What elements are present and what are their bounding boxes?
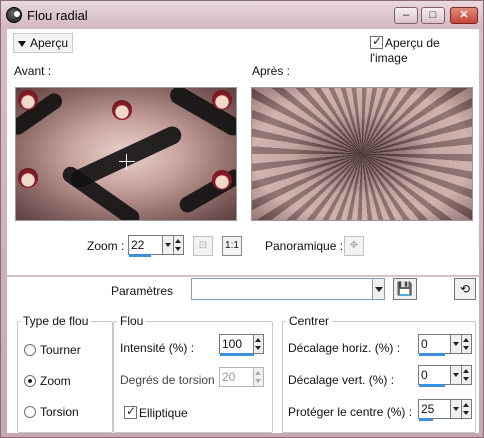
vert-offset-value: 0: [421, 368, 428, 382]
radio-torsion-label: Torsion: [40, 404, 79, 419]
move-icon: ✥: [349, 240, 359, 251]
radio-tourner[interactable]: Tourner: [24, 342, 81, 357]
flou-title: Flou: [117, 314, 147, 328]
save-preset-button[interactable]: 💾: [393, 278, 417, 300]
figure-shape: [212, 170, 232, 190]
title-bar[interactable]: Flou radial – □ ✕: [1, 1, 483, 29]
checkbox-icon: [124, 404, 137, 420]
torsion-degrees-spinner[interactable]: 20: [219, 367, 264, 387]
radio-zoom[interactable]: Zoom: [24, 373, 71, 388]
after-label: Après :: [252, 64, 291, 78]
spin-arrows-icon[interactable]: [253, 335, 263, 353]
section-divider: [7, 275, 479, 277]
radio-tourner-label: Tourner: [40, 342, 81, 357]
dialog-body: Aperçu Aperçu de l'image Avant : Après :…: [7, 29, 479, 433]
spin-arrows-icon[interactable]: [461, 335, 471, 353]
spin-arrows-icon[interactable]: [253, 368, 263, 386]
dropdown-icon[interactable]: [450, 335, 460, 353]
zoom-value: 22: [131, 238, 145, 252]
zoom-dropdown-icon[interactable]: [162, 236, 172, 254]
window-title: Flou radial: [27, 8, 88, 23]
elliptic-checkbox[interactable]: Elliptique: [124, 404, 188, 420]
radio-zoom-label: Zoom: [40, 373, 71, 388]
after-preview: [251, 87, 473, 221]
dropdown-icon[interactable]: [450, 400, 460, 418]
zoom-spinner[interactable]: 22: [128, 235, 184, 257]
zoom-fit-button[interactable]: ⊡: [193, 236, 213, 256]
image-preview-checkbox[interactable]: Aperçu de l'image: [370, 34, 479, 65]
spin-arrows-icon[interactable]: [461, 400, 471, 418]
intensity-label: Intensité (%) :: [120, 341, 195, 355]
protect-center-spinner[interactable]: 25: [418, 399, 472, 421]
horiz-offset-spinner[interactable]: 0: [418, 334, 472, 356]
elliptic-label: Elliptique: [139, 405, 188, 420]
horiz-offset-label: Décalage horiz. (%) :: [288, 341, 401, 355]
radio-torsion[interactable]: Torsion: [24, 404, 79, 419]
maximize-button[interactable]: □: [421, 7, 445, 24]
before-preview[interactable]: [15, 87, 237, 221]
protect-center-slider-bar[interactable]: [419, 418, 433, 421]
zoom-actual-size-button[interactable]: 1:1: [222, 236, 242, 256]
reset-button[interactable]: ⟲: [454, 278, 476, 300]
figure-shape: [18, 168, 38, 188]
triangle-down-icon: [18, 40, 26, 47]
actual-size-icon: 1:1: [225, 240, 239, 251]
intensity-value: 100: [222, 337, 243, 351]
protect-center-label: Protéger le centre (%) :: [288, 405, 413, 419]
close-button[interactable]: ✕: [450, 7, 478, 24]
spin-arrows-icon[interactable]: [461, 366, 471, 384]
torsion-value: 20: [222, 370, 236, 384]
presets-combo[interactable]: [191, 278, 385, 300]
radial-blur-dialog: Flou radial – □ ✕ Aperçu Aperçu de l'ima…: [0, 0, 484, 438]
figure-shape: [18, 90, 38, 110]
center-crosshair-icon[interactable]: [119, 154, 135, 170]
floppy-disk-icon: 💾: [396, 281, 414, 296]
figure-shape: [112, 100, 132, 120]
figure-shape: [212, 90, 232, 110]
zoom-spin-arrows-icon[interactable]: [173, 236, 183, 254]
fit-icon: ⊡: [198, 240, 208, 251]
radio-icon: [24, 405, 36, 418]
minimize-button[interactable]: –: [394, 7, 418, 24]
vert-offset-spinner[interactable]: 0: [418, 365, 472, 387]
preview-toggle-button[interactable]: Aperçu: [13, 33, 73, 53]
pan-label: Panoramique :: [265, 239, 344, 253]
dropdown-icon[interactable]: [450, 366, 460, 384]
protect-center-value: 25: [421, 402, 435, 416]
center-title: Centrer: [286, 314, 333, 328]
radio-icon: [24, 343, 36, 356]
presets-label: Paramètres: [111, 284, 174, 298]
intensity-slider-bar[interactable]: [220, 353, 254, 356]
intensity-spinner[interactable]: 100: [219, 334, 264, 356]
preview-toggle-label: Aperçu: [30, 36, 69, 50]
vert-offset-label: Décalage vert. (%) :: [288, 373, 395, 387]
radio-selected-icon: [24, 374, 36, 387]
vert-offset-slider-bar[interactable]: [419, 384, 445, 387]
zoom-label: Zoom :: [87, 239, 125, 253]
pan-button[interactable]: ✥: [344, 236, 364, 256]
checkbox-icon: [370, 34, 383, 50]
before-label: Avant :: [14, 64, 52, 78]
torsion-degrees-label: Degrés de torsion :: [120, 373, 222, 387]
presets-dropdown-icon[interactable]: [372, 279, 384, 299]
horiz-offset-value: 0: [421, 337, 428, 351]
horiz-offset-slider-bar[interactable]: [419, 353, 445, 356]
zoom-slider-bar[interactable]: [129, 254, 151, 257]
app-icon: [6, 7, 22, 23]
blur-type-title: Type de flou: [20, 314, 92, 328]
reset-icon: ⟲: [459, 282, 471, 296]
